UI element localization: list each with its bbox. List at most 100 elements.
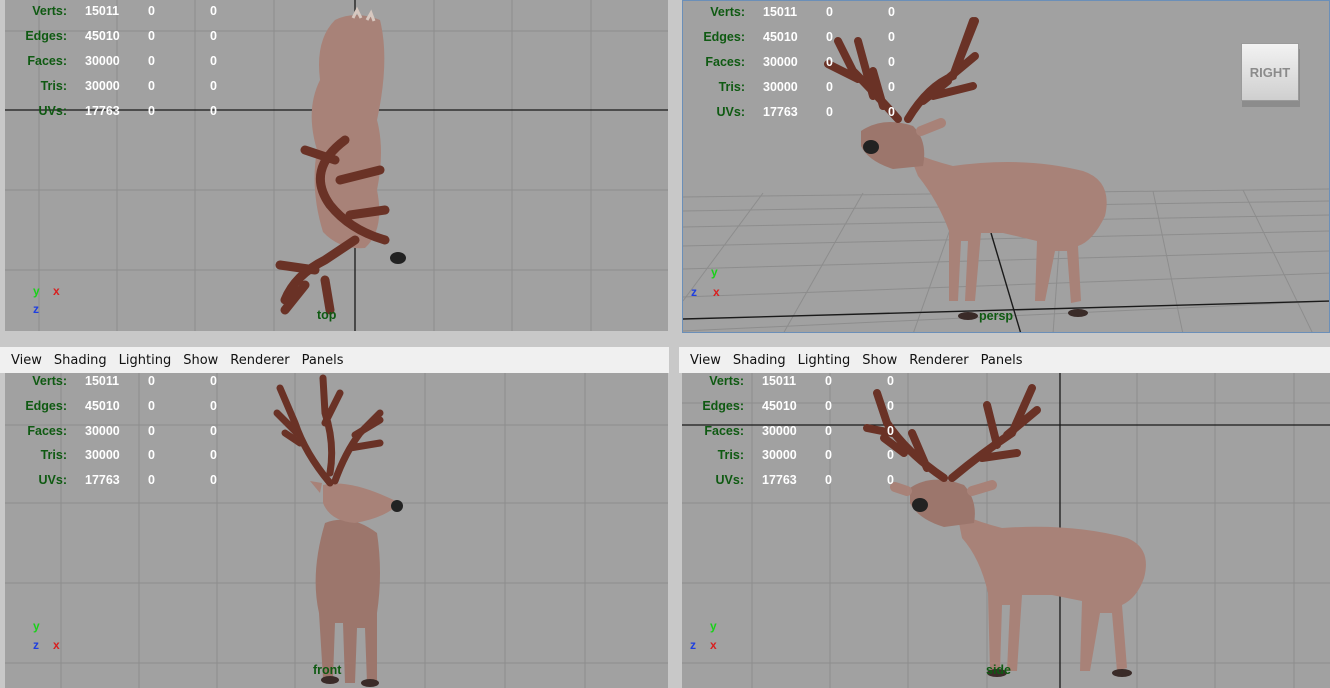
hud-value: 0 bbox=[148, 399, 155, 413]
hud-value: 30000 bbox=[85, 424, 120, 438]
axis-y-label: y bbox=[710, 619, 717, 633]
deer-top-silhouette bbox=[275, 6, 406, 315]
hud-value: 30000 bbox=[85, 79, 120, 93]
viewport-persp[interactable]: Verts: 15011 0 0 Edges: 45010 0 0 Faces: 30000 0… bbox=[682, 0, 1330, 333]
hud-value: 0 bbox=[826, 30, 833, 44]
menu-view[interactable]: View bbox=[679, 353, 727, 368]
axis-x-label: x bbox=[710, 638, 717, 652]
axis-y-label: y bbox=[33, 619, 40, 633]
hud-label: UVs: bbox=[716, 105, 745, 119]
menubar-side: View Shading Lighting Show Renderer Pane… bbox=[679, 347, 1330, 373]
hud-value: 15011 bbox=[85, 374, 120, 388]
hud-value: 45010 bbox=[762, 399, 797, 413]
axis-z-label: z bbox=[33, 638, 39, 652]
hud-label: Tris: bbox=[717, 448, 744, 462]
hud-value: 0 bbox=[148, 4, 155, 18]
hud-label: Faces: bbox=[704, 424, 744, 438]
deer-side-silhouette bbox=[863, 384, 1146, 677]
camera-label: front bbox=[313, 663, 342, 677]
hud-value: 0 bbox=[210, 473, 217, 487]
axis-z-label: z bbox=[690, 638, 696, 652]
side-view-scene bbox=[682, 373, 1330, 688]
axis-y-label: y bbox=[711, 265, 718, 279]
menu-show[interactable]: Show bbox=[856, 353, 903, 368]
menu-shading[interactable]: Shading bbox=[727, 353, 792, 368]
hud-value: 0 bbox=[825, 374, 832, 388]
hud-label: Verts: bbox=[709, 374, 744, 388]
hud-value: 0 bbox=[887, 473, 894, 487]
hud-value: 17763 bbox=[762, 473, 797, 487]
hud-label: Tris: bbox=[40, 448, 67, 462]
camera-label: side bbox=[986, 663, 1012, 677]
hud-value: 0 bbox=[825, 473, 832, 487]
hud-value: 0 bbox=[825, 424, 832, 438]
menu-renderer[interactable]: Renderer bbox=[224, 353, 295, 368]
hud-value: 0 bbox=[148, 473, 155, 487]
axis-x-label: x bbox=[53, 284, 60, 298]
view-cube-face-label: RIGHT bbox=[1249, 64, 1291, 80]
menu-lighting[interactable]: Lighting bbox=[113, 353, 178, 368]
hud-value: 30000 bbox=[763, 80, 798, 94]
hud-value: 0 bbox=[210, 424, 217, 438]
hud-value: 0 bbox=[210, 374, 217, 388]
hud-value: 0 bbox=[210, 79, 217, 93]
hud-label: Verts: bbox=[32, 4, 67, 18]
hud-value: 0 bbox=[210, 54, 217, 68]
hud-value: 0 bbox=[888, 105, 895, 119]
hud-label: Verts: bbox=[710, 5, 745, 19]
menu-panels[interactable]: Panels bbox=[975, 353, 1029, 368]
deer-persp-silhouette bbox=[824, 17, 1107, 320]
viewport-front[interactable]: Verts: 15011 0 0 Edges: 45010 0 0 Faces: 30000 0… bbox=[5, 373, 668, 688]
hud-value: 45010 bbox=[763, 30, 798, 44]
hud-value: 0 bbox=[826, 80, 833, 94]
hud-value: 0 bbox=[887, 399, 894, 413]
axis-z-label: z bbox=[691, 285, 697, 299]
menu-view[interactable]: View bbox=[0, 353, 48, 368]
camera-label: persp bbox=[979, 309, 1014, 323]
hud-value: 0 bbox=[148, 79, 155, 93]
hud-value: 0 bbox=[887, 374, 894, 388]
hud-label: Verts: bbox=[32, 374, 67, 388]
hud-label: UVs: bbox=[38, 104, 67, 118]
hud-value: 30000 bbox=[762, 448, 797, 462]
hud-value: 17763 bbox=[85, 104, 120, 118]
menu-renderer[interactable]: Renderer bbox=[903, 353, 974, 368]
hud-value: 0 bbox=[148, 448, 155, 462]
hud-label: UVs: bbox=[715, 473, 744, 487]
menu-lighting[interactable]: Lighting bbox=[792, 353, 857, 368]
hud-value: 0 bbox=[826, 55, 833, 69]
hud-label: Edges: bbox=[702, 399, 744, 413]
hud-value: 0 bbox=[210, 4, 217, 18]
axis-x-label: x bbox=[53, 638, 60, 652]
menu-shading[interactable]: Shading bbox=[48, 353, 113, 368]
hud-value: 30000 bbox=[762, 424, 797, 438]
view-cube[interactable]: RIGHT bbox=[1241, 43, 1299, 101]
persp-view-scene bbox=[683, 17, 1329, 332]
hud-label: Faces: bbox=[705, 55, 745, 69]
hud-label: Edges: bbox=[25, 399, 67, 413]
hud-value: 0 bbox=[887, 424, 894, 438]
viewport-top[interactable]: Verts: 15011 0 0 Edges: 45010 0 0 Faces: 30000 0… bbox=[5, 0, 668, 331]
hud-value: 0 bbox=[888, 30, 895, 44]
hud-value: 0 bbox=[826, 105, 833, 119]
menu-show[interactable]: Show bbox=[177, 353, 224, 368]
hud-label: Tris: bbox=[718, 80, 745, 94]
viewport-side[interactable]: Verts: 15011 0 0 Edges: 45010 0 0 Faces: 30000 0… bbox=[682, 373, 1330, 688]
hud-value: 45010 bbox=[85, 29, 120, 43]
menu-panels[interactable]: Panels bbox=[296, 353, 350, 368]
hud-value: 0 bbox=[148, 104, 155, 118]
deer-front-silhouette bbox=[273, 374, 403, 687]
hud-value: 15011 bbox=[762, 374, 797, 388]
hud-value: 30000 bbox=[85, 54, 120, 68]
hud-value: 0 bbox=[825, 448, 832, 462]
hud-value: 0 bbox=[210, 104, 217, 118]
hud-value: 15011 bbox=[763, 5, 798, 19]
hud-label: Edges: bbox=[25, 29, 67, 43]
hud-label: UVs: bbox=[38, 473, 67, 487]
hud-value: 30000 bbox=[763, 55, 798, 69]
hud-value: 0 bbox=[148, 374, 155, 388]
hud-value: 0 bbox=[888, 80, 895, 94]
axis-z-label: z bbox=[33, 302, 39, 316]
hud-value: 0 bbox=[826, 5, 833, 19]
hud-value: 0 bbox=[148, 29, 155, 43]
